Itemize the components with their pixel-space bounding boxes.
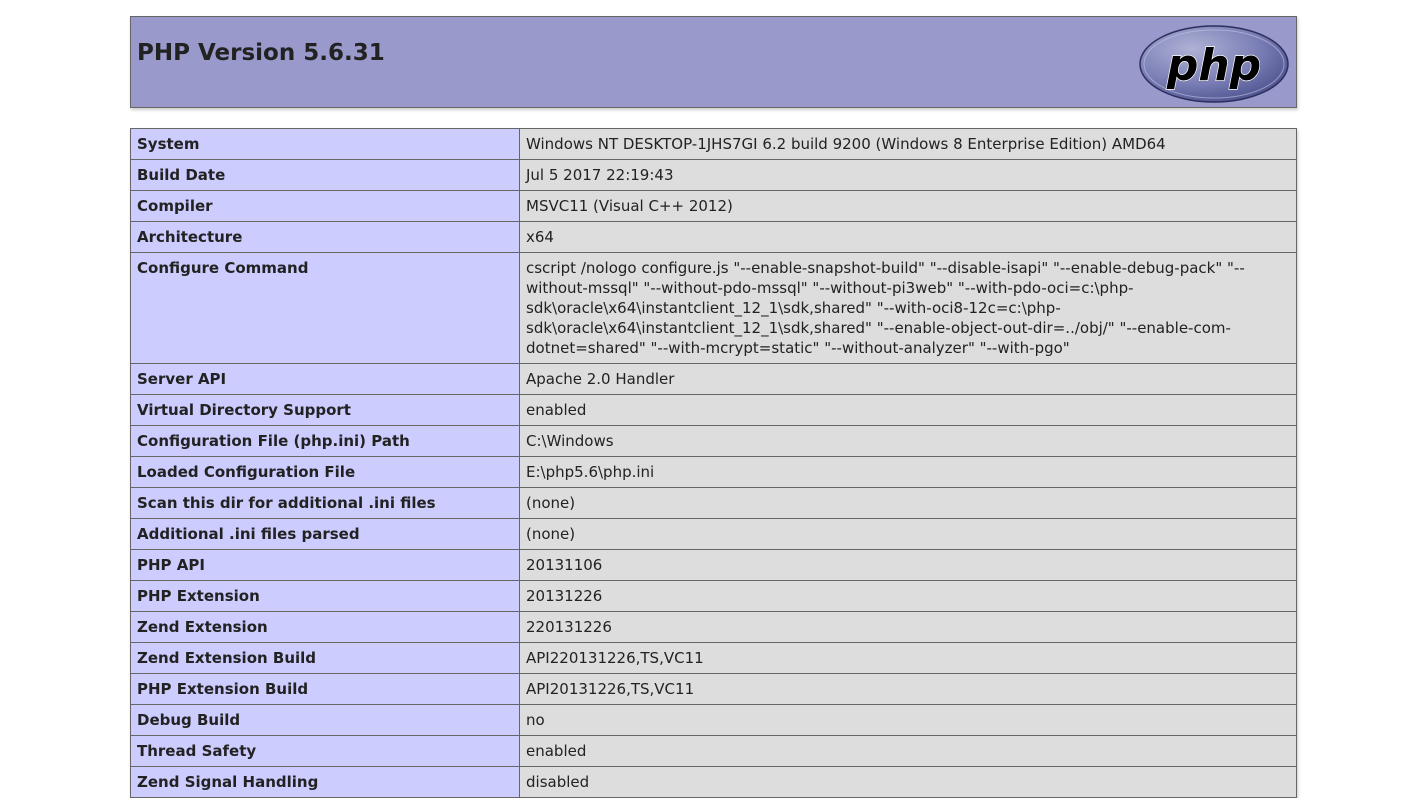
row-label: Compiler [130,190,520,222]
table-row: PHP Extension 20131226 [130,580,1297,612]
row-label: Additional .ini files parsed [130,518,520,550]
row-label: Virtual Directory Support [130,394,520,426]
row-value: 20131226 [519,580,1297,612]
row-value: Jul 5 2017 22:19:43 [519,159,1297,191]
row-value: C:\Windows [519,425,1297,457]
row-label: Debug Build [130,704,520,736]
row-label: Configuration File (php.ini) Path [130,425,520,457]
table-row: Zend Extension Build API220131226,TS,VC11 [130,642,1297,674]
row-value: disabled [519,766,1297,798]
row-value: cscript /nologo configure.js "--enable-s… [519,252,1297,364]
row-value: x64 [519,221,1297,253]
row-label: Architecture [130,221,520,253]
table-row: Loaded Configuration File E:\php5.6\php.i… [130,456,1297,488]
table-row: Configure Command cscript /nologo configu… [130,252,1297,364]
row-label: Zend Signal Handling [130,766,520,798]
table-row: System Windows NT DESKTOP-1JHS7GI 6.2 bui… [130,128,1297,160]
row-label: System [130,128,520,160]
table-row: Additional .ini files parsed (none) [130,518,1297,550]
php-logo-icon: php [1139,25,1289,103]
row-value: Windows NT DESKTOP-1JHS7GI 6.2 build 920… [519,128,1297,160]
row-label: Zend Extension [130,611,520,643]
row-label: Loaded Configuration File [130,456,520,488]
row-label: Thread Safety [130,735,520,767]
table-row: PHP API 20131106 [130,549,1297,581]
row-value: enabled [519,735,1297,767]
row-value: MSVC11 (Visual C++ 2012) [519,190,1297,222]
table-row: Thread Safety enabled [130,735,1297,767]
row-value: (none) [519,518,1297,550]
row-label: Build Date [130,159,520,191]
row-label: PHP Extension Build [130,673,520,705]
row-label: Zend Extension Build [130,642,520,674]
php-logo-text: php [1166,40,1261,91]
table-row: Virtual Directory Support enabled [130,394,1297,426]
row-value: Apache 2.0 Handler [519,363,1297,395]
table-row: Architecture x64 [130,221,1297,253]
row-label: Scan this dir for additional .ini files [130,487,520,519]
table-row: Build Date Jul 5 2017 22:19:43 [130,159,1297,191]
table-row: Server API Apache 2.0 Handler [130,363,1297,395]
row-value: enabled [519,394,1297,426]
row-label: PHP API [130,549,520,581]
version-header: PHP Version 5.6.31 php [130,16,1297,108]
row-value: 20131106 [519,549,1297,581]
row-label: PHP Extension [130,580,520,612]
row-value: E:\php5.6\php.ini [519,456,1297,488]
table-row: Scan this dir for additional .ini files(… [130,487,1297,519]
table-row: Zend Extension 220131226 [130,611,1297,643]
table-row: PHP Extension Build API20131226,TS,VC11 [130,673,1297,705]
table-row: Compiler MSVC11 (Visual C++ 2012) [130,190,1297,222]
page-title: PHP Version 5.6.31 [137,40,385,66]
row-value: no [519,704,1297,736]
row-value: 220131226 [519,611,1297,643]
row-value: API220131226,TS,VC11 [519,642,1297,674]
table-row: Configuration File (php.ini) Path C:\Wind… [130,425,1297,457]
row-label: Configure Command [130,252,520,364]
system-info-table: System Windows NT DESKTOP-1JHS7GI 6.2 bui… [130,128,1297,798]
row-label: Server API [130,363,520,395]
table-row: Debug Build no [130,704,1297,736]
phpinfo-container: PHP Version 5.6.31 php System Windows NT … [130,16,1297,798]
row-value: API20131226,TS,VC11 [519,673,1297,705]
table-row: Zend Signal Handling disabled [130,766,1297,798]
row-value: (none) [519,487,1297,519]
